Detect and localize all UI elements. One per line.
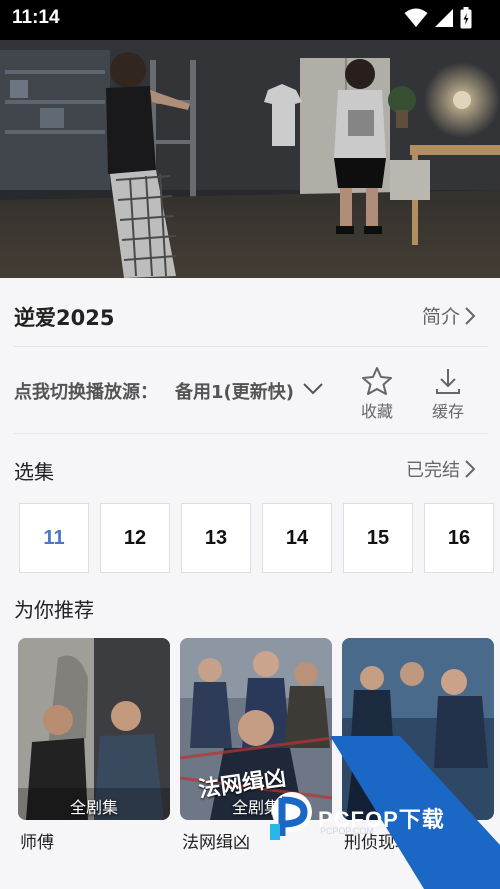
episodes-title: 选集 <box>14 460 54 484</box>
episode-item[interactable]: 13 <box>181 503 251 573</box>
source-label: 点我切换播放源： <box>14 382 158 403</box>
divider <box>14 346 488 347</box>
episode-item[interactable]: 11 <box>19 503 89 573</box>
intro-label: 简介 <box>421 306 460 328</box>
status-bar: 11:14 <box>0 0 500 40</box>
battery-charging-icon <box>460 7 472 29</box>
title-row: 逆爱2025 简介 <box>0 280 500 346</box>
recommend-name: 师傅 <box>20 833 54 853</box>
episodes-header: 选集 已完结 <box>0 448 500 488</box>
recommend-name: 法网缉凶 <box>182 833 250 853</box>
source-selector[interactable]: 备用1(更新快) <box>175 378 294 404</box>
episode-item[interactable]: 15 <box>343 503 413 573</box>
recommend-title: 为你推荐 <box>14 598 94 622</box>
chevron-down-icon[interactable] <box>302 378 324 400</box>
drama-title: 逆爱2025 <box>14 306 115 330</box>
source-row: 点我切换播放源： 备用1(更新快) 收藏 缓存 <box>0 348 500 434</box>
chevron-right-icon <box>465 306 476 325</box>
poster-image: 全剧集 <box>18 638 170 820</box>
intro-button[interactable]: 简介 <box>422 302 476 329</box>
poster-image <box>342 638 494 820</box>
recommend-card[interactable]: 法网缉凶 全剧集 法网缉凶 <box>180 638 332 853</box>
favorite-button[interactable]: 收藏 <box>347 366 407 422</box>
episode-item[interactable]: 14 <box>262 503 332 573</box>
video-frame <box>0 40 500 278</box>
status-time: 11:14 <box>12 7 60 28</box>
signal-icon <box>435 9 453 27</box>
status-icons <box>404 6 472 30</box>
poster-image: 法网缉凶 全剧集 <box>180 638 332 820</box>
favorite-label: 收藏 <box>360 402 393 421</box>
recommend-name: 刑侦现场 <box>344 833 412 853</box>
episode-item[interactable]: 16 <box>424 503 494 573</box>
star-icon <box>362 367 392 395</box>
recommend-badge: 全剧集 <box>69 798 118 817</box>
download-button[interactable]: 缓存 <box>418 366 478 422</box>
recommend-badge: 全剧集 <box>231 798 280 817</box>
download-label: 缓存 <box>431 402 464 421</box>
episode-item[interactable]: 12 <box>100 503 170 573</box>
episode-strip[interactable]: 11 12 13 14 15 16 <box>0 503 500 575</box>
recommend-card[interactable]: 全剧集 师傅 <box>18 638 170 853</box>
divider <box>14 433 488 434</box>
wifi-icon <box>404 8 428 27</box>
episodes-all-button[interactable]: 已完结 <box>406 456 476 482</box>
video-player[interactable] <box>0 40 500 278</box>
chevron-right-icon <box>465 460 476 478</box>
episodes-status: 已完结 <box>406 460 460 481</box>
recommend-card[interactable]: 刑侦现场 <box>342 638 494 853</box>
download-icon <box>436 369 460 394</box>
